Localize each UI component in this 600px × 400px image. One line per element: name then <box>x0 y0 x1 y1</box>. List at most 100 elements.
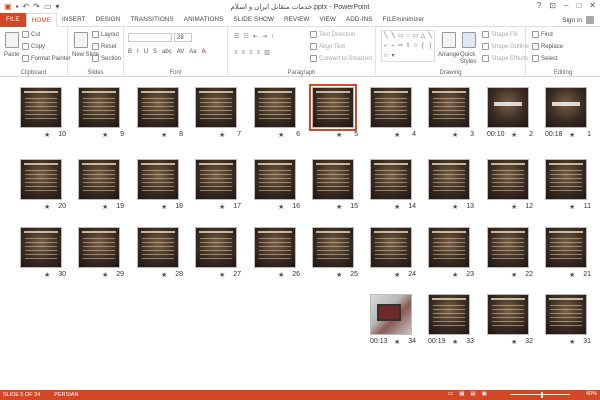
find-button[interactable]: Find <box>532 31 553 38</box>
select-button[interactable]: Select <box>532 55 558 62</box>
transition-star-icon[interactable]: ★ <box>102 203 108 211</box>
paste-icon[interactable] <box>5 32 19 48</box>
text-direction-button[interactable]: Text Direction <box>310 31 355 38</box>
slide-thumbnail-16[interactable] <box>254 159 296 200</box>
italic-button[interactable]: I <box>137 49 139 55</box>
slide-thumbnail-4[interactable] <box>370 87 412 128</box>
transition-star-icon[interactable]: ★ <box>278 131 284 139</box>
transition-star-icon[interactable]: ★ <box>44 203 50 211</box>
tab-review[interactable]: REVIEW <box>279 13 314 27</box>
paste-button[interactable]: Paste <box>4 52 19 58</box>
help-button[interactable]: ? <box>537 1 541 10</box>
font-size-box[interactable]: 28 <box>174 33 192 42</box>
bullets-icon[interactable]: ☰ <box>234 33 239 40</box>
spacing-button[interactable]: AV <box>177 49 185 55</box>
transition-star-icon[interactable]: ★ <box>278 271 284 279</box>
shape-outline-button[interactable]: Shape Outline <box>482 43 529 50</box>
transition-star-icon[interactable]: ★ <box>102 131 108 139</box>
transition-star-icon[interactable]: ★ <box>511 131 517 139</box>
slide-thumbnail-29[interactable] <box>78 227 120 268</box>
transition-star-icon[interactable]: ★ <box>394 131 400 139</box>
quick-styles-button[interactable]: Quick Styles <box>460 52 478 66</box>
transition-star-icon[interactable]: ★ <box>511 203 517 211</box>
arrow-shape-icon[interactable]: ⇨ <box>397 41 404 51</box>
transition-star-icon[interactable]: ★ <box>161 271 167 279</box>
language-indicator[interactable]: PERSIAN <box>54 392 78 398</box>
shape-fill-button[interactable]: Shape Fill <box>482 31 518 38</box>
cut-button[interactable]: Cut <box>22 31 40 38</box>
tab-file[interactable]: FILE <box>0 12 26 27</box>
normal-view-icon[interactable]: ▭ <box>448 391 453 397</box>
transition-star-icon[interactable]: ★ <box>336 271 342 279</box>
tab-view[interactable]: VIEW <box>314 13 341 27</box>
transition-star-icon[interactable]: ★ <box>569 131 575 139</box>
change-case-button[interactable]: Aa <box>189 49 196 55</box>
slide-thumbnail-26[interactable] <box>254 227 296 268</box>
ribbon-display-button[interactable]: ⊡ <box>549 1 556 10</box>
triangle-shape-icon[interactable]: △ <box>419 31 426 41</box>
transition-star-icon[interactable]: ★ <box>452 271 458 279</box>
reading-view-icon[interactable]: ▤ <box>470 391 475 397</box>
transition-star-icon[interactable]: ★ <box>394 271 400 279</box>
justify-icon[interactable]: ≡ <box>257 50 261 56</box>
slide-thumbnail-22[interactable] <box>487 227 529 268</box>
tab-fileminimizer[interactable]: FILEminimizer <box>378 13 430 27</box>
sign-in[interactable]: Sign in <box>562 16 594 24</box>
slide-thumbnail-24[interactable] <box>370 227 412 268</box>
strikethrough-button[interactable]: abc <box>162 49 172 55</box>
tab-insert[interactable]: INSERT <box>57 13 91 27</box>
new-slide-icon[interactable] <box>74 32 88 48</box>
slide-thumbnail-10[interactable] <box>20 87 62 128</box>
slide-thumbnail-34[interactable] <box>370 294 412 335</box>
line-shape-icon[interactable]: ╲ <box>389 31 396 41</box>
tab-animations[interactable]: ANIMATIONS <box>179 13 229 27</box>
transition-star-icon[interactable]: ★ <box>511 271 517 279</box>
arrow-shape-icon[interactable]: ⇧ <box>404 41 411 51</box>
transition-star-icon[interactable]: ★ <box>44 271 50 279</box>
font-color-button[interactable]: A <box>202 49 206 55</box>
font-name-box[interactable] <box>128 33 172 42</box>
transition-star-icon[interactable]: ★ <box>452 338 458 346</box>
zoom-level[interactable]: 40% <box>586 391 597 397</box>
zoom-slider-handle[interactable] <box>541 392 543 398</box>
transition-star-icon[interactable]: ★ <box>102 271 108 279</box>
slide-thumbnail-13[interactable] <box>428 159 470 200</box>
columns-icon[interactable]: ▥ <box>264 49 270 56</box>
slide-thumbnail-33[interactable] <box>428 294 470 335</box>
transition-star-icon[interactable]: ★ <box>278 203 284 211</box>
align-right-icon[interactable]: ≡ <box>249 50 253 56</box>
slide-thumbnail-7[interactable] <box>195 87 237 128</box>
close-button[interactable]: ✕ <box>589 1 596 10</box>
slide-thumbnail-2[interactable] <box>487 87 529 128</box>
transition-star-icon[interactable]: ★ <box>219 271 225 279</box>
tab-slide-show[interactable]: SLIDE SHOW <box>228 13 279 27</box>
more-shapes-icon[interactable]: ▾ <box>389 51 396 61</box>
shape-effects-button[interactable]: Shape Effects <box>482 55 528 62</box>
copy-button[interactable]: Copy <box>22 43 45 50</box>
slide-thumbnail-25[interactable] <box>312 227 354 268</box>
slide-thumbnail-31[interactable] <box>545 294 587 335</box>
tab-design[interactable]: DESIGN <box>91 13 126 27</box>
sign-in-label[interactable]: Sign in <box>562 17 582 24</box>
transition-star-icon[interactable]: ★ <box>569 203 575 211</box>
numbering-icon[interactable]: ☷ <box>243 33 248 40</box>
transition-star-icon[interactable]: ★ <box>161 131 167 139</box>
align-text-button[interactable]: Align Text <box>310 43 345 50</box>
slide-thumbnail-15[interactable] <box>312 159 354 200</box>
transition-star-icon[interactable]: ★ <box>219 131 225 139</box>
minimize-button[interactable]: – <box>564 1 568 10</box>
decrease-indent-icon[interactable]: ⇤ <box>253 33 258 40</box>
zoom-slider[interactable] <box>510 394 570 395</box>
increase-indent-icon[interactable]: ⇥ <box>262 33 267 40</box>
elbow-shape-icon[interactable]: ⌐ <box>389 41 396 51</box>
transition-star-icon[interactable]: ★ <box>394 203 400 211</box>
slide-thumbnail-30[interactable] <box>20 227 62 268</box>
line-shape-icon[interactable]: ╲ <box>382 31 389 41</box>
bold-button[interactable]: B <box>128 49 132 55</box>
star-shape-icon[interactable]: ☆ <box>412 41 419 51</box>
slide-thumbnail-6[interactable] <box>254 87 296 128</box>
slide-thumbnail-23[interactable] <box>428 227 470 268</box>
slide-thumbnail-21[interactable] <box>545 227 587 268</box>
transition-star-icon[interactable]: ★ <box>161 203 167 211</box>
slide-thumbnail-18[interactable] <box>137 159 179 200</box>
